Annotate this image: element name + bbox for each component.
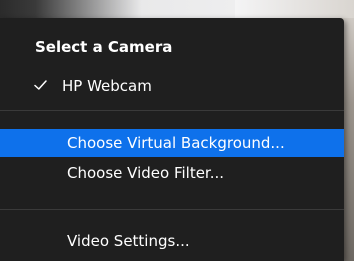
- background-video-top: [0, 0, 354, 18]
- checkmark-icon: [34, 80, 47, 90]
- menu-header-select-camera: Select a Camera: [35, 38, 173, 56]
- menu-item-camera-hp-webcam[interactable]: HP Webcam: [0, 72, 344, 100]
- camera-context-menu: Select a Camera HP Webcam Choose Virtual…: [0, 18, 344, 261]
- menu-divider: [0, 209, 344, 210]
- menu-item-label: Choose Video Filter...: [67, 164, 225, 182]
- menu-item-video-settings[interactable]: Video Settings...: [0, 227, 344, 255]
- menu-item-choose-virtual-background[interactable]: Choose Virtual Background...: [0, 129, 344, 157]
- menu-item-label: Choose Virtual Background...: [67, 134, 285, 152]
- screen-background: Select a Camera HP Webcam Choose Virtual…: [0, 0, 354, 261]
- menu-item-label: HP Webcam: [62, 77, 152, 95]
- menu-divider: [0, 110, 344, 111]
- menu-item-label: Video Settings...: [67, 232, 190, 250]
- menu-item-choose-video-filter[interactable]: Choose Video Filter...: [0, 159, 344, 187]
